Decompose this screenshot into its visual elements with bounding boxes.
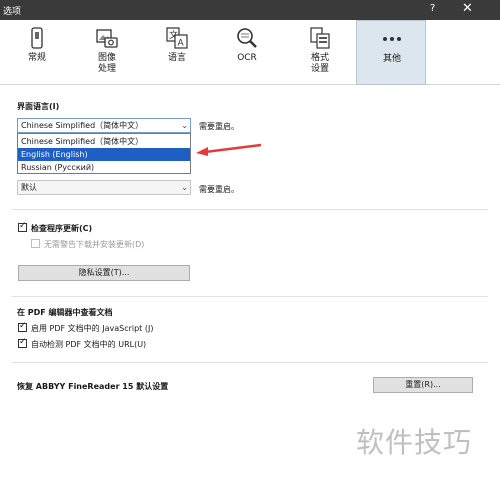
window-title: 选项 xyxy=(3,7,22,17)
tab-languages-label: 语言 xyxy=(167,53,186,63)
image-camera-icon xyxy=(96,29,118,48)
detect-url-label: 自动检测 PDF 文档中的 URL(U) xyxy=(31,340,147,349)
tab-format-settings[interactable]: 格式 设置 xyxy=(285,20,355,85)
tab-format-settings-label: 格式 设置 xyxy=(310,53,329,74)
enable-js-label: 启用 PDF 文档中的 JavaScript (J) xyxy=(31,324,154,333)
restore-defaults-label: 恢复 ABBYY FineReader 15 默认设置 xyxy=(17,382,169,391)
ui-language-label: 界面语言(I) xyxy=(17,102,60,111)
tab-other-label: 其他 xyxy=(382,54,401,64)
tab-general[interactable]: 常规 xyxy=(2,20,72,85)
tab-ocr-label: OCR xyxy=(237,53,257,63)
language-option-russian[interactable]: Russian (Русский) xyxy=(18,161,190,174)
detect-url-checkbox[interactable] xyxy=(18,337,27,348)
check-updates-checkbox[interactable] xyxy=(18,221,27,232)
enable-js-checkbox[interactable] xyxy=(18,321,27,332)
pdf-editor-section-title: 在 PDF 编辑器中查看文档 xyxy=(17,308,113,317)
ui-language-combo[interactable]: Chinese Simplified（简体中文） ⌄ xyxy=(17,118,191,133)
divider xyxy=(12,296,488,297)
secondary-language-combo[interactable]: 默认 ⌄ xyxy=(17,180,191,195)
reset-button[interactable]: 重置(R)... xyxy=(373,377,473,393)
divider xyxy=(12,362,488,363)
silent-update-checkbox[interactable] xyxy=(31,239,40,248)
ui-language-selected: Chinese Simplified（简体中文） xyxy=(21,121,144,130)
tab-image-processing[interactable]: 图像 处理 xyxy=(72,20,142,85)
secondary-combo-selected: 默认 xyxy=(21,183,37,192)
phone-icon xyxy=(31,27,43,49)
ui-language-dropdown-list: Chinese Simplified（简体中文） English (Englis… xyxy=(17,133,191,174)
options-toolbar: 常规 图像 处理 文 A 语言 OCR 格式 设置 其他 xyxy=(0,20,500,85)
more-icon xyxy=(383,37,401,41)
chevron-down-icon: ⌄ xyxy=(181,121,188,130)
tab-ocr[interactable]: OCR xyxy=(212,20,282,85)
ui-language-restart-note: 需要重启。 xyxy=(199,122,239,131)
tab-languages[interactable]: 文 A 语言 xyxy=(142,20,212,85)
svg-text:A: A xyxy=(178,39,185,49)
silent-update-label: 无需警告下载并安装更新(D) xyxy=(44,240,145,249)
language-option-english[interactable]: English (English) xyxy=(18,148,190,161)
window-titlebar: 选项 ? ✕ xyxy=(0,0,500,20)
annotation-arrow-icon xyxy=(196,143,262,156)
help-button[interactable]: ? xyxy=(430,3,435,14)
secondary-restart-note: 需要重启。 xyxy=(199,185,239,194)
chevron-down-icon: ⌄ xyxy=(181,183,188,192)
check-updates-label: 检查程序更新(C) xyxy=(31,224,93,233)
language-option-chinese[interactable]: Chinese Simplified（简体中文） xyxy=(18,135,190,148)
divider xyxy=(12,209,488,210)
magnifier-icon xyxy=(237,28,257,48)
watermark-text: 软件技巧 xyxy=(356,426,473,459)
tab-image-processing-label: 图像 处理 xyxy=(97,53,116,74)
close-button[interactable]: ✕ xyxy=(462,1,473,16)
tab-other[interactable]: 其他 xyxy=(356,20,426,85)
format-icon xyxy=(310,27,330,49)
language-icon: 文 A xyxy=(166,27,188,49)
privacy-settings-button[interactable]: 隐私设置(T)... xyxy=(18,265,190,281)
tab-general-label: 常规 xyxy=(27,53,46,63)
